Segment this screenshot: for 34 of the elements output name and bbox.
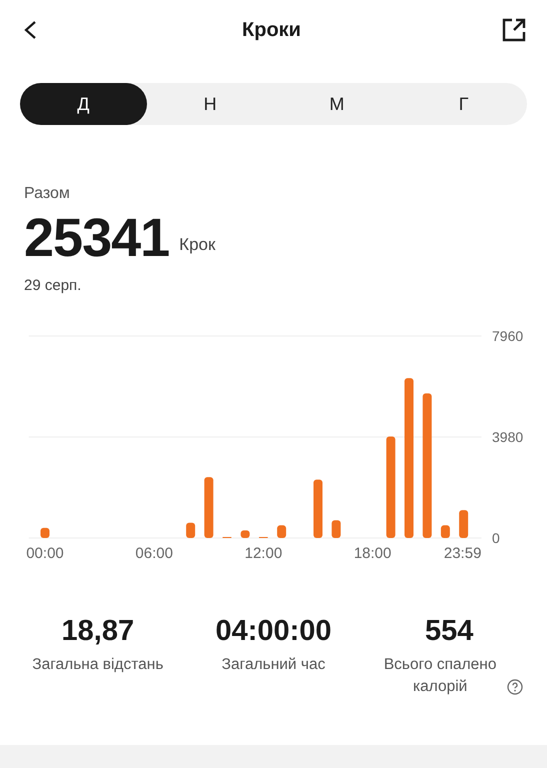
period-tab[interactable]: Д (20, 83, 147, 125)
axis-label: 0 (492, 530, 500, 546)
step-bar (332, 520, 341, 538)
total-label: Разом (24, 185, 71, 203)
axis-label: 3980 (492, 429, 524, 445)
help-icon[interactable] (507, 679, 524, 695)
stat-label: Загальна відстань (32, 655, 164, 675)
step-bar (314, 480, 322, 538)
step-bar (40, 528, 50, 538)
period-tab[interactable]: Н (146, 83, 274, 125)
axis-label: 18:00 (354, 545, 392, 562)
date-label: 29 серп. (24, 277, 82, 294)
stat-label: Загальний час (222, 655, 326, 675)
stat-value: 554 (424, 614, 474, 648)
step-bar (204, 477, 214, 538)
step-bar (240, 530, 250, 538)
step-count: 25341 (24, 211, 170, 265)
axis-label: 23:59 (444, 545, 482, 562)
axis-label: 7960 (492, 328, 524, 344)
unit-label: Крок (179, 235, 216, 255)
step-bar (186, 522, 196, 538)
stat-value: 18,87 (62, 614, 134, 648)
stat-value: 04:00:00 (215, 614, 332, 648)
period-tab[interactable]: М (274, 83, 400, 125)
step-bar (440, 525, 450, 538)
axis-label: 12:00 (244, 545, 282, 562)
axis-label: 00:00 (26, 545, 64, 562)
page-title: Кроки (242, 18, 301, 42)
period-tab[interactable]: Г (400, 83, 527, 125)
stat-label: Всього спалено калорій (382, 655, 498, 697)
step-bar (459, 510, 468, 538)
step-bar (277, 525, 286, 538)
axis-label: 06:00 (135, 545, 173, 562)
share-icon (500, 17, 527, 43)
